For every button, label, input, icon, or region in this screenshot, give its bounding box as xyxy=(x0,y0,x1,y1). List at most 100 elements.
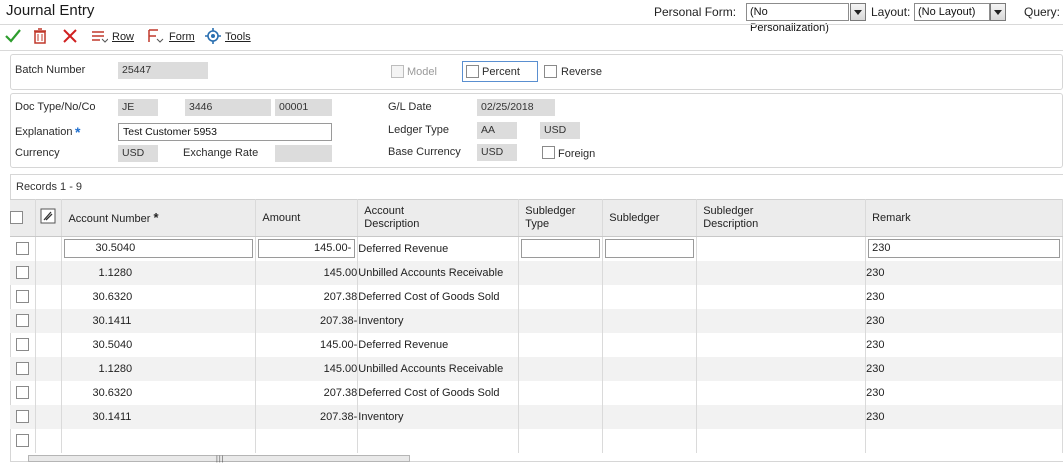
account-cell[interactable]: 30.1411 xyxy=(61,308,257,333)
select-all-header[interactable] xyxy=(10,199,37,237)
table-row[interactable]: 30.6320 207.38 Deferred Cost of Goods So… xyxy=(10,380,1063,405)
row-select-cell[interactable] xyxy=(10,284,37,309)
subledger-type-cell[interactable] xyxy=(518,284,604,309)
personal-form-dropdown-button[interactable] xyxy=(850,3,866,21)
row-checkbox[interactable] xyxy=(16,410,30,423)
remark-cell[interactable]: 230 xyxy=(865,404,1063,429)
amount-cell[interactable]: 145.00- xyxy=(255,236,359,261)
row-checkbox[interactable] xyxy=(16,290,30,303)
account-cell[interactable]: 30.6320 xyxy=(61,380,257,405)
row-checkbox[interactable] xyxy=(16,362,30,375)
table-row[interactable]: 30.5040 145.00- Deferred Revenue 230 xyxy=(10,332,1063,357)
amount-cell[interactable]: 207.38 xyxy=(255,284,359,309)
subledger-type-cell[interactable] xyxy=(518,308,604,333)
row-select-cell[interactable] xyxy=(10,236,37,261)
reverse-checkbox[interactable] xyxy=(544,65,557,78)
subledger-type-cell[interactable] xyxy=(518,356,604,381)
account-cell[interactable]: 30.6320 xyxy=(61,284,257,309)
tools-menu[interactable]: Tools xyxy=(225,31,251,43)
form-menu[interactable]: Form xyxy=(169,31,195,43)
remark-header[interactable]: Remark xyxy=(865,199,1063,237)
subledger-cell[interactable] xyxy=(602,428,698,453)
subledger-cell[interactable] xyxy=(602,404,698,429)
subledger-type-header[interactable]: Subledger Type xyxy=(518,199,604,237)
subledger-type-input[interactable] xyxy=(521,239,601,259)
account-cell[interactable]: 30.1411 xyxy=(61,404,257,429)
row-select-cell[interactable] xyxy=(10,428,37,453)
table-row[interactable]: 30.1411 207.38- Inventory 230 xyxy=(10,404,1063,429)
remark-cell[interactable]: 230 xyxy=(865,356,1063,381)
remark-input[interactable]: 230 xyxy=(868,239,1060,259)
amount-cell[interactable]: 207.38 xyxy=(255,380,359,405)
row-checkbox[interactable] xyxy=(16,386,30,399)
checkmark-icon[interactable] xyxy=(4,27,22,45)
amount-cell[interactable]: 145.00 xyxy=(255,356,359,381)
subledger-cell[interactable] xyxy=(602,380,698,405)
layout-dropdown-button[interactable] xyxy=(990,3,1006,21)
table-row[interactable]: 1.1280 145.00 Unbilled Accounts Receivab… xyxy=(10,260,1063,285)
layout-select[interactable]: (No Layout) xyxy=(914,3,990,21)
amount-cell[interactable]: 207.38- xyxy=(255,404,359,429)
table-row[interactable]: 30.6320 207.38 Deferred Cost of Goods So… xyxy=(10,284,1063,309)
subledger-cell[interactable] xyxy=(602,260,698,285)
account-cell[interactable]: 1.1280 xyxy=(61,260,257,285)
account-input[interactable]: 30.5040 xyxy=(64,239,254,259)
account-cell[interactable] xyxy=(61,428,257,453)
subledger-type-cell[interactable] xyxy=(518,332,604,357)
trash-icon[interactable] xyxy=(31,27,49,45)
percent-checkbox[interactable] xyxy=(466,65,479,78)
row-menu[interactable]: Row xyxy=(112,31,134,43)
subledger-description-header[interactable]: Subledger Description xyxy=(696,199,867,237)
close-icon[interactable] xyxy=(61,27,79,45)
account-cell[interactable]: 1.1280 xyxy=(61,356,257,381)
account-number-header[interactable]: Account Number * xyxy=(61,199,257,237)
amount-header[interactable]: Amount xyxy=(255,199,359,237)
account-description-header[interactable]: Account Description xyxy=(357,199,520,237)
subledger-input[interactable] xyxy=(605,239,695,259)
row-checkbox[interactable] xyxy=(16,314,30,327)
row-select-cell[interactable] xyxy=(10,356,37,381)
amount-input[interactable]: 145.00- xyxy=(258,239,356,259)
select-all-checkbox[interactable] xyxy=(10,211,23,225)
table-row[interactable]: 30.1411 207.38- Inventory 230 xyxy=(10,308,1063,333)
remark-cell[interactable]: 230 xyxy=(865,332,1063,357)
table-row[interactable]: 1.1280 145.00 Unbilled Accounts Receivab… xyxy=(10,356,1063,381)
subledger-type-cell[interactable] xyxy=(518,404,604,429)
amount-cell[interactable]: 145.00 xyxy=(255,260,359,285)
amount-cell[interactable] xyxy=(255,428,359,453)
subledger-type-cell[interactable] xyxy=(518,260,604,285)
remark-cell[interactable]: 230 xyxy=(865,260,1063,285)
subledger-cell[interactable] xyxy=(602,356,698,381)
gear-icon[interactable] xyxy=(204,27,222,45)
form-menu-icon[interactable] xyxy=(146,27,164,45)
subledger-cell[interactable] xyxy=(602,332,698,357)
row-select-cell[interactable] xyxy=(10,404,37,429)
subledger-type-cell[interactable] xyxy=(518,380,604,405)
remark-cell[interactable]: 230 xyxy=(865,236,1063,261)
row-menu-icon[interactable] xyxy=(90,27,108,45)
row-select-cell[interactable] xyxy=(10,308,37,333)
account-cell[interactable]: 30.5040 xyxy=(61,332,257,357)
remark-cell[interactable]: 230 xyxy=(865,284,1063,309)
row-select-cell[interactable] xyxy=(10,260,37,285)
account-cell[interactable]: 30.5040 xyxy=(61,236,257,261)
row-checkbox[interactable] xyxy=(16,266,30,279)
table-row[interactable]: 30.5040 145.00- Deferred Revenue 230 xyxy=(10,236,1063,261)
remark-cell[interactable] xyxy=(865,428,1063,453)
subledger-cell[interactable] xyxy=(602,284,698,309)
remark-cell[interactable]: 230 xyxy=(865,380,1063,405)
subledger-header[interactable]: Subledger xyxy=(602,199,698,237)
row-checkbox[interactable] xyxy=(16,434,30,447)
row-select-cell[interactable] xyxy=(10,380,37,405)
row-checkbox[interactable] xyxy=(16,338,30,351)
table-row[interactable] xyxy=(10,428,1063,453)
foreign-checkbox[interactable] xyxy=(542,146,555,159)
explanation-input[interactable]: Test Customer 5953 xyxy=(118,123,332,141)
subledger-cell[interactable] xyxy=(602,308,698,333)
personal-form-select[interactable]: (No Personalization) xyxy=(746,3,849,34)
subledger-type-cell[interactable] xyxy=(518,428,604,453)
subledger-type-cell[interactable] xyxy=(518,236,604,261)
remark-cell[interactable]: 230 xyxy=(865,308,1063,333)
amount-cell[interactable]: 145.00- xyxy=(255,332,359,357)
row-select-cell[interactable] xyxy=(10,332,37,357)
